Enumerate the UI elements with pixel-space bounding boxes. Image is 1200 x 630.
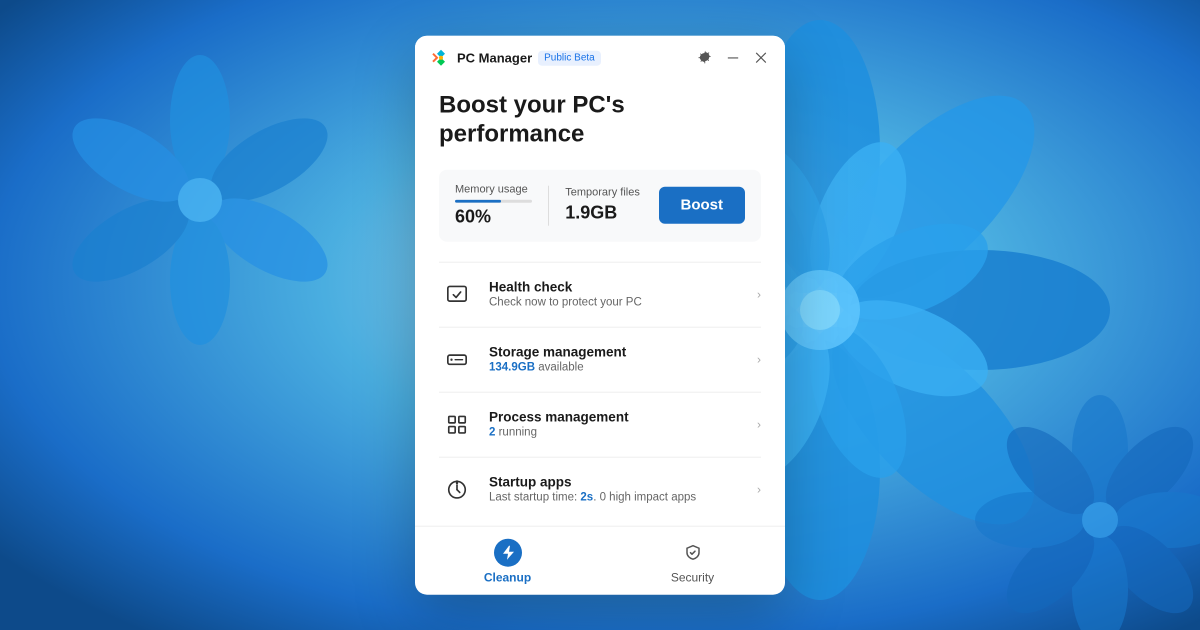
settings-button[interactable]: [697, 50, 713, 66]
temp-files-metric: Temporary files 1.9GB: [565, 187, 642, 224]
startup-apps-title: Startup apps: [489, 475, 743, 490]
menu-items-list: Health check Check now to protect your P…: [439, 261, 761, 521]
health-check-chevron: ›: [757, 287, 761, 301]
metric-divider: [548, 185, 549, 225]
cleanup-nav-icon-wrap: [494, 538, 522, 566]
storage-highlight: 134.9GB: [489, 362, 535, 374]
temp-files-label: Temporary files: [565, 187, 642, 199]
close-button[interactable]: [753, 50, 769, 66]
process-management-chevron: ›: [757, 417, 761, 431]
storage-management-subtitle: 134.9GB available: [489, 362, 743, 374]
health-check-subtitle: Check now to protect your PC: [489, 297, 743, 309]
storage-management-text: Storage management 134.9GB available: [489, 345, 743, 374]
startup-time: 2s: [580, 492, 593, 504]
storage-management-chevron: ›: [757, 352, 761, 366]
storage-management-title: Storage management: [489, 345, 743, 360]
startup-apps-text: Startup apps Last startup time: 2s. 0 hi…: [489, 475, 743, 504]
health-check-item[interactable]: Health check Check now to protect your P…: [439, 262, 761, 327]
memory-value: 60%: [455, 206, 532, 227]
nav-security[interactable]: Security: [600, 526, 785, 594]
window-controls: [697, 50, 769, 66]
temp-files-value: 1.9GB: [565, 203, 642, 224]
bolt-icon: [500, 544, 516, 560]
boost-section: Memory usage 60% Temporary files 1.9GB B…: [439, 169, 761, 241]
health-check-title: Health check: [489, 280, 743, 295]
app-logo: [431, 48, 451, 68]
cleanup-nav-label: Cleanup: [484, 570, 531, 584]
health-check-text: Health check Check now to protect your P…: [489, 280, 743, 309]
storage-management-icon: [439, 341, 475, 377]
boost-button[interactable]: Boost: [659, 187, 746, 224]
startup-apps-item[interactable]: Startup apps Last startup time: 2s. 0 hi…: [439, 457, 761, 521]
app-title: PC Manager: [457, 50, 532, 65]
beta-badge: Public Beta: [538, 50, 601, 65]
app-window: PC Manager Public Beta Boo: [415, 36, 785, 595]
security-nav-icon-wrap: [679, 538, 707, 566]
nav-cleanup[interactable]: Cleanup: [415, 526, 600, 594]
page-title: Boost your PC's performance: [439, 92, 761, 150]
bottom-nav: Cleanup Security: [415, 525, 785, 594]
startup-apps-chevron: ›: [757, 482, 761, 496]
process-management-title: Process management: [489, 410, 743, 425]
memory-bar: [455, 199, 532, 202]
process-management-icon: [439, 406, 475, 442]
storage-management-item[interactable]: Storage management 134.9GB available ›: [439, 327, 761, 392]
minimize-button[interactable]: [725, 50, 741, 66]
main-content: Boost your PC's performance Memory usage…: [415, 76, 785, 522]
process-management-item[interactable]: Process management 2 running ›: [439, 392, 761, 457]
memory-label: Memory usage: [455, 183, 532, 195]
memory-bar-fill: [455, 199, 501, 202]
shield-icon: [685, 544, 701, 560]
process-management-text: Process management 2 running: [489, 410, 743, 439]
titlebar: PC Manager Public Beta: [415, 36, 785, 76]
startup-apps-icon: [439, 471, 475, 507]
process-count: 2: [489, 427, 495, 439]
memory-metric: Memory usage 60%: [455, 183, 532, 227]
security-nav-label: Security: [671, 570, 714, 584]
process-management-subtitle: 2 running: [489, 427, 743, 439]
health-check-icon: [439, 276, 475, 312]
startup-apps-subtitle: Last startup time: 2s. 0 high impact app…: [489, 492, 743, 504]
